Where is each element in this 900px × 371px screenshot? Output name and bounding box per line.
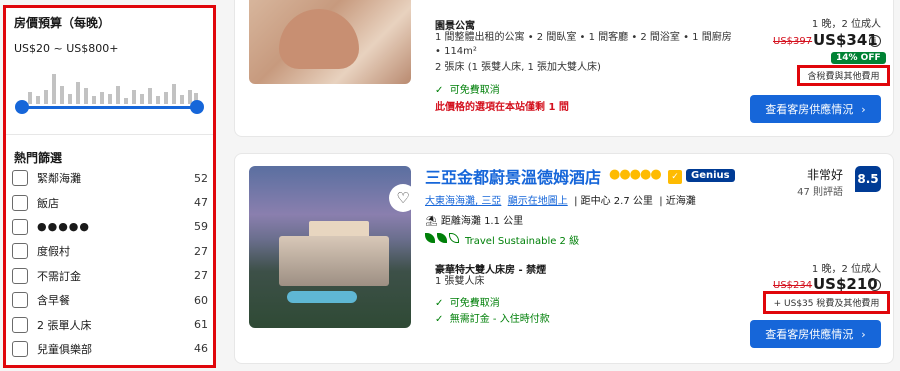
free-cancellation: ✓ 可免費取消 xyxy=(435,294,500,309)
cta-label: 查看客房供應情況 xyxy=(765,103,854,116)
beach-icon: ⛱ xyxy=(425,216,438,227)
filter-item[interactable]: 兒童俱樂部 46 xyxy=(12,337,208,361)
beach-distance-line: ⛱ 距離海灘 1.1 公里 xyxy=(425,212,523,227)
filter-label: 含早餐 xyxy=(37,294,70,308)
tax-note: 含稅費與其他費用 xyxy=(797,65,890,86)
genius-badge: Genius xyxy=(686,169,735,182)
property-card: ♡ 三亞金都蔚景溫德姆酒店 ●●●●● ✓ Genius 非常好 47 則評語 … xyxy=(234,153,894,364)
tax-note: + US$35 稅費及其他費用 xyxy=(763,291,890,314)
filter-checkbox[interactable] xyxy=(12,340,28,357)
filter-label: 度假村 xyxy=(37,245,70,259)
property-photo[interactable] xyxy=(249,0,411,84)
area-link[interactable]: 大東海海灘, 三亞 xyxy=(425,196,501,207)
property-photo[interactable]: ♡ xyxy=(249,166,411,328)
budget-title: 房價預算（每晚） xyxy=(14,16,111,30)
review-score-badge: 8.5 xyxy=(855,166,881,192)
info-icon[interactable]: i xyxy=(869,35,881,47)
see-availability-button[interactable]: 查看客房供應情況 › xyxy=(750,95,881,123)
check-icon: ✓ xyxy=(435,85,444,96)
filter-checkbox[interactable] xyxy=(12,243,28,260)
hotel-name-link[interactable]: 三亞金都蔚景溫德姆酒店 xyxy=(425,164,601,188)
thumbs-up-icon: ✓ xyxy=(668,170,682,184)
heart-icon[interactable]: ♡ xyxy=(389,184,411,212)
filter-checkbox[interactable] xyxy=(12,218,28,235)
filter-label: 2 張單人床 xyxy=(37,318,92,332)
filter-label: ●●●●● xyxy=(37,220,90,234)
filter-item[interactable]: 緊鄰海灘 52 xyxy=(12,166,208,190)
free-cancel-text: 可免費取消 xyxy=(449,298,500,309)
room-type-title: 園景公寓 xyxy=(435,21,475,32)
filter-label: 兒童俱樂部 xyxy=(37,342,92,356)
filter-item[interactable]: 飯店 47 xyxy=(12,190,208,214)
filter-count: 59 xyxy=(194,220,208,234)
show-on-map-link[interactable]: 顯示在地圖上 xyxy=(508,196,568,207)
price-histogram xyxy=(20,54,198,104)
chevron-right-icon: › xyxy=(861,102,866,116)
filter-count: 27 xyxy=(194,269,208,283)
review-count: 47 則評語 xyxy=(797,187,843,198)
filter-count: 47 xyxy=(194,196,208,210)
original-price: US$234 xyxy=(773,280,813,291)
room-type-title: 豪華特大雙人床房 - 禁煙 xyxy=(435,265,547,276)
stay-details: 1 晚，2 位成人 xyxy=(811,264,881,275)
free-cancellation: ✓ 可免費取消 xyxy=(435,81,500,96)
filter-label: 不需訂金 xyxy=(37,269,81,283)
popular-filters-title: 熱門篩選 xyxy=(14,151,63,165)
budget-slider-max-handle[interactable] xyxy=(190,100,204,114)
near-beach: 近海灘 xyxy=(665,196,696,207)
property-card: 園景公寓 1 間整體出租的公寓 • 2 間臥室 • 1 間客廳 • 2 間浴室 … xyxy=(234,0,894,137)
sidebar-divider xyxy=(6,134,213,135)
budget-slider-track[interactable] xyxy=(20,106,198,109)
sustainability-badge[interactable]: Travel Sustainable 2 級 xyxy=(425,232,579,247)
leaf-icon xyxy=(425,233,461,246)
popular-filters-list: 緊鄰海灘 52 飯店 47 ●●●●● 59 度假村 27 不需訂金 27 含早餐 60 2… xyxy=(12,166,208,361)
room-size: • 114m² xyxy=(435,46,477,57)
filter-sidebar: 房價預算（每晚） US$20 ~ US$800+ 熱門篩選 緊鄰海灘 52 飯店 4… xyxy=(3,5,216,368)
location-line: 大東海海灘, 三亞 顯示在地圖上 | 距中心 2.7 公里 | 近海灘 xyxy=(425,196,696,207)
star-rating: ●●●●● xyxy=(609,167,662,182)
stay-details: 1 晚，2 位成人 xyxy=(811,19,881,30)
check-icon: ✓ xyxy=(435,298,444,309)
filter-item[interactable]: 度假村 27 xyxy=(12,239,208,263)
filter-item[interactable]: 2 張單人床 61 xyxy=(12,312,208,336)
free-cancel-text: 可免費取消 xyxy=(449,85,500,96)
filter-checkbox[interactable] xyxy=(12,292,28,309)
bed-info: 1 張雙人床 xyxy=(435,276,485,287)
room-description: 1 間整體出租的公寓 • 2 間臥室 • 1 間客廳 • 2 間浴室 • 1 間… xyxy=(435,32,732,43)
beach-distance: 距離海灘 1.1 公里 xyxy=(440,216,524,227)
filter-count: 46 xyxy=(194,342,208,356)
original-price: US$397 xyxy=(773,36,813,47)
bed-info: 2 張床 (1 張雙人床, 1 張加大雙人床) xyxy=(435,62,601,73)
search-results-page: 房價預算（每晚） US$20 ~ US$800+ 熱門篩選 緊鄰海灘 52 飯店 4… xyxy=(0,0,900,371)
distance-from-center: 距中心 2.7 公里 xyxy=(580,196,653,207)
filter-count: 61 xyxy=(194,318,208,332)
no-deposit: ✓ 無需訂金 - 入住時付款 xyxy=(435,310,550,325)
check-icon: ✓ xyxy=(435,314,444,325)
info-icon[interactable]: i xyxy=(869,279,881,291)
budget-slider-min-handle[interactable] xyxy=(15,100,29,114)
filter-count: 27 xyxy=(194,244,208,258)
filter-checkbox[interactable] xyxy=(12,194,28,211)
see-availability-button[interactable]: 查看客房供應情況 › xyxy=(750,320,881,348)
filter-checkbox[interactable] xyxy=(12,267,28,284)
filter-checkbox[interactable] xyxy=(12,170,28,187)
review-score-word: 非常好 xyxy=(806,168,843,182)
sustainability-label: Travel Sustainable 2 級 xyxy=(465,236,580,247)
chevron-right-icon: › xyxy=(861,327,866,341)
no-deposit-text: 無需訂金 - 入住時付款 xyxy=(449,314,550,325)
filter-label: 飯店 xyxy=(37,196,59,210)
filter-checkbox[interactable] xyxy=(12,316,28,333)
filter-item[interactable]: 不需訂金 27 xyxy=(12,264,208,288)
filter-item[interactable]: 含早餐 60 xyxy=(12,288,208,312)
discount-badge: 14% OFF xyxy=(831,52,886,64)
filter-count: 60 xyxy=(194,293,208,307)
availability-warning: 此價格的選項在本站僅剩 1 間 xyxy=(435,102,569,113)
cta-label: 查看客房供應情況 xyxy=(765,328,854,341)
filter-label: 緊鄰海灘 xyxy=(37,172,81,186)
filter-count: 52 xyxy=(194,171,208,185)
filter-item[interactable]: ●●●●● 59 xyxy=(12,215,208,239)
